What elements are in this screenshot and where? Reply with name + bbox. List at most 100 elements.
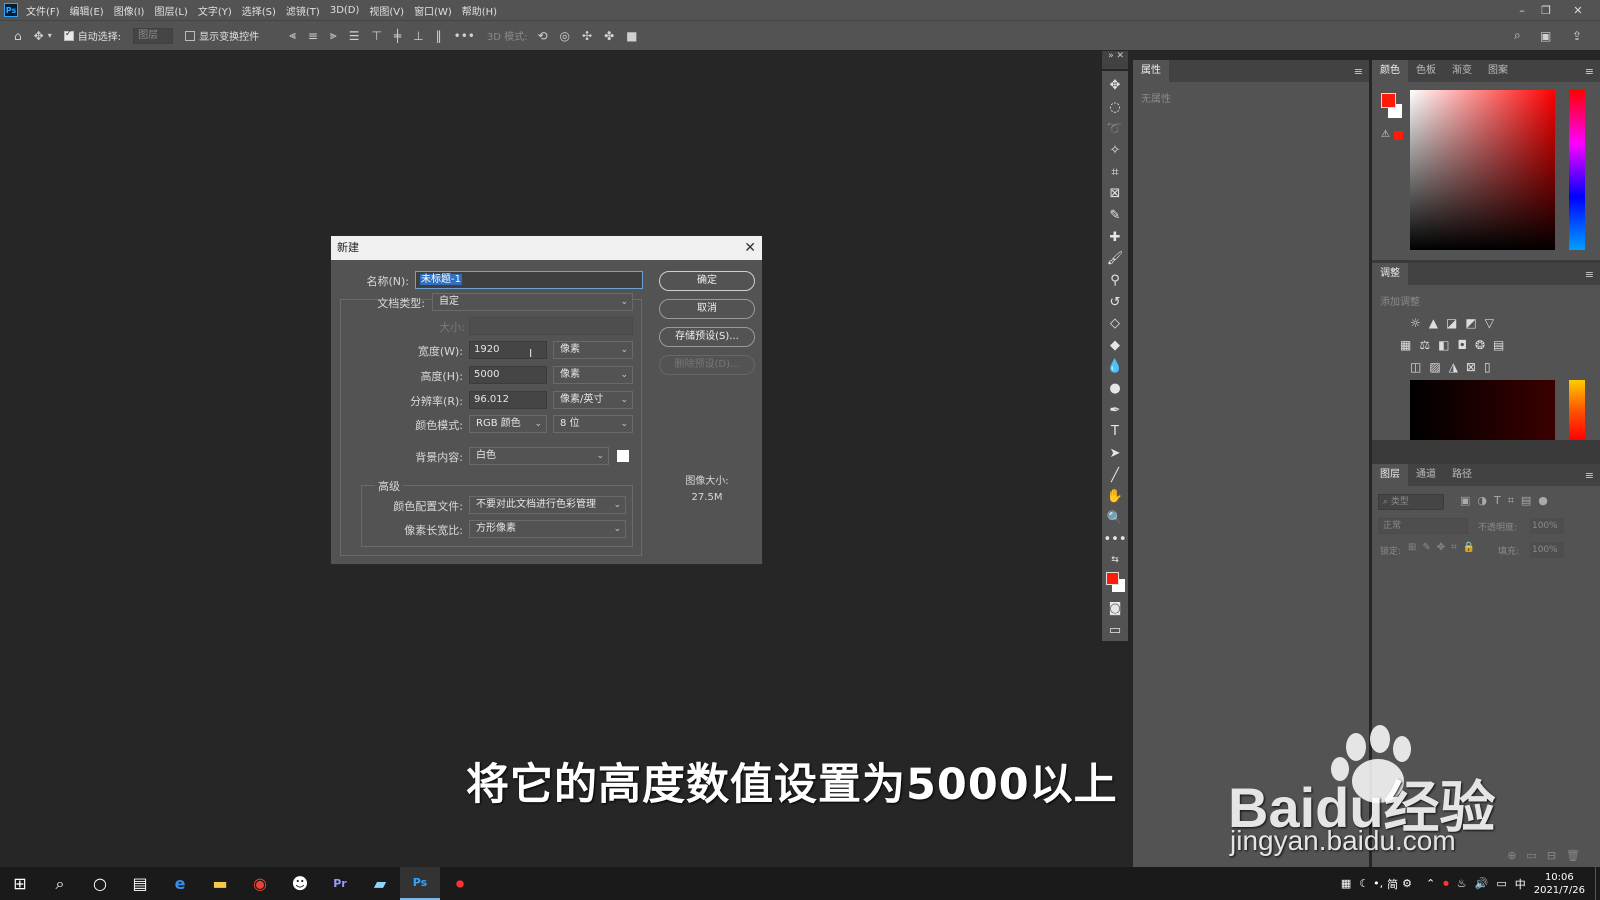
move-icon[interactable]: ✥ [1105,76,1125,96]
3d-pan-icon[interactable]: ✣ [582,29,592,43]
dodge-icon[interactable]: ● [1105,379,1125,399]
task-view-icon[interactable]: ▤ [120,867,160,900]
auto-select-target-dropdown[interactable]: 图层 [133,27,174,44]
tab-channels[interactable]: 通道 [1408,464,1444,486]
exposure-icon[interactable]: ◩ [1465,316,1484,330]
panel-menu-icon[interactable]: ≡ [1354,65,1363,78]
tab-patterns[interactable]: 图案 [1480,60,1516,82]
ime-settings-icon[interactable]: ⚙ [1402,877,1412,890]
panel-menu-icon[interactable]: ≡ [1585,469,1594,482]
menu-help[interactable]: 帮助(H) [462,3,497,18]
menu-type[interactable]: 文字(Y) [198,3,232,18]
bit-depth-dropdown[interactable]: 8 位 ⌄ [553,415,633,433]
3d-roll-icon[interactable]: ◎ [560,29,570,43]
file-explorer-icon[interactable]: ▬ [200,867,240,900]
workspace-icon[interactable]: ▣ [1540,29,1551,43]
resolution-unit-dropdown[interactable]: 像素/英寸 ⌄ [553,391,633,409]
restore-icon[interactable]: ❐ [1534,0,1558,20]
blur-icon[interactable]: 💧 [1105,357,1125,377]
menu-select[interactable]: 选择(S) [242,3,276,18]
crop-icon[interactable]: ⌗ [1105,163,1125,183]
panel-menu-icon[interactable]: ≡ [1585,268,1594,281]
edge-browser-icon[interactable]: e [160,867,200,900]
menu-3d[interactable]: 3D(D) [330,5,360,16]
width-unit-dropdown[interactable]: 像素 ⌄ [553,341,633,359]
ime-moon-icon[interactable]: ☾ [1359,877,1369,890]
more-options-icon[interactable]: ••• [454,29,475,43]
layer-filter-icons[interactable]: ▣◑T⌗▤● [1460,494,1555,508]
color-balance-icon[interactable]: ⚖ [1419,338,1438,352]
path-selection-icon[interactable]: ➤ [1105,444,1125,464]
show-transform-checkbox[interactable]: 显示变换控件 [185,28,259,43]
cortana-icon[interactable]: ○ [80,867,120,900]
windows-start-icon[interactable]: ⊞ [0,867,40,900]
width-input[interactable]: 1920 [469,341,547,359]
menu-filter[interactable]: 滤镜(T) [286,3,320,18]
ime-simplified-indicator[interactable]: 简 [1387,876,1398,892]
name-input[interactable]: 未标题-1 [415,271,643,289]
hue-saturation-icon[interactable]: ▦ [1400,338,1419,352]
curves-icon[interactable]: ◪ [1446,316,1465,330]
menu-window[interactable]: 窗口(W) [414,3,452,18]
menu-layer[interactable]: 图层(L) [154,3,187,18]
history-brush-icon[interactable]: ↺ [1105,292,1125,312]
document-type-dropdown[interactable]: 自定 ⌄ [432,293,633,311]
share-icon[interactable]: ⇪ [1572,29,1582,43]
quick-mask-icon[interactable]: ◙ [1105,599,1125,619]
type-icon[interactable]: T [1105,422,1125,442]
distribute-icon[interactable]: ☰ [349,29,360,43]
tab-swatches[interactable]: 色板 [1408,60,1444,82]
screen-mode-icon[interactable]: ▭ [1105,621,1125,641]
healing-brush-icon[interactable]: ✚ [1105,227,1125,247]
recorder-tray-icon[interactable]: ⏺ [1443,877,1449,891]
eraser-icon[interactable]: ◇ [1105,314,1125,334]
pixel-aspect-dropdown[interactable]: 方形像素 ⌄ [469,520,626,538]
tab-color[interactable]: 颜色 [1372,60,1408,82]
tab-adjustments[interactable]: 调整 [1372,263,1408,285]
frame-icon[interactable]: ⊠ [1105,184,1125,204]
brush-icon[interactable]: 🖌 [1105,249,1125,269]
toolbar-header[interactable]: » ✕ [1102,51,1128,69]
cancel-button[interactable]: 取消 [659,299,755,319]
height-unit-dropdown[interactable]: 像素 ⌄ [553,366,633,384]
foreground-color-swatch[interactable] [1381,93,1396,108]
pen-icon[interactable]: ✒ [1105,400,1125,420]
align-bottom-icon[interactable]: ⊥ [413,29,423,43]
menu-edit[interactable]: 编辑(E) [70,3,104,18]
resolution-input[interactable]: 96.012 [469,391,547,409]
selective-color-icon[interactable]: ⊠ [1466,360,1484,374]
eyedropper-icon[interactable]: ✎ [1105,206,1125,226]
hue-slider[interactable] [1569,90,1585,250]
search-icon[interactable]: ⌕ [40,867,80,900]
ime-toolbar-icon[interactable]: ▦ [1341,877,1351,890]
swap-colors-icon[interactable]: ⇆ [1105,552,1125,568]
save-preset-button[interactable]: 存储预设(S)... [659,327,755,347]
language-indicator[interactable]: 中 [1515,876,1526,892]
lock-icons[interactable]: ⊞✎✥⌗🔒 [1408,542,1481,553]
3d-orbit-icon[interactable]: ⟲ [537,29,547,43]
line-icon[interactable]: ╱ [1105,465,1125,485]
fill-field[interactable]: 100% [1530,542,1564,558]
distribute-vertical-icon[interactable]: ‖ [436,29,442,43]
auto-select-checkbox[interactable]: 自动选择: [63,28,121,43]
color-swatches[interactable] [1105,569,1125,596]
align-left-icon[interactable]: ⫷ [289,28,296,43]
menu-file[interactable]: 文件(F) [26,3,60,18]
color-mode-dropdown[interactable]: RGB 颜色 ⌄ [469,415,547,433]
menu-image[interactable]: 图像(I) [114,3,145,18]
color-lookup-icon[interactable]: ▤ [1493,338,1512,352]
screen-recorder-icon[interactable]: ⏺ [440,867,480,900]
layer-filter-input[interactable]: ⌕ 类型 [1378,494,1444,510]
3d-slide-icon[interactable]: ✤ [604,29,614,43]
height-input[interactable]: 5000 [469,366,547,384]
invert-icon[interactable]: ◫ [1410,360,1429,374]
background-color-swatch[interactable] [617,450,629,462]
align-top-icon[interactable]: ⊤ [371,29,381,43]
blend-mode-dropdown[interactable]: 正常 [1378,518,1468,534]
ok-button[interactable]: 确定 [659,271,755,291]
marquee-icon[interactable]: ◌ [1105,98,1125,118]
panel-menu-icon[interactable]: ≡ [1585,65,1594,78]
tab-paths[interactable]: 路径 [1444,464,1480,486]
gamut-color-chip[interactable] [1394,131,1403,140]
opacity-field[interactable]: 100% [1530,518,1564,534]
